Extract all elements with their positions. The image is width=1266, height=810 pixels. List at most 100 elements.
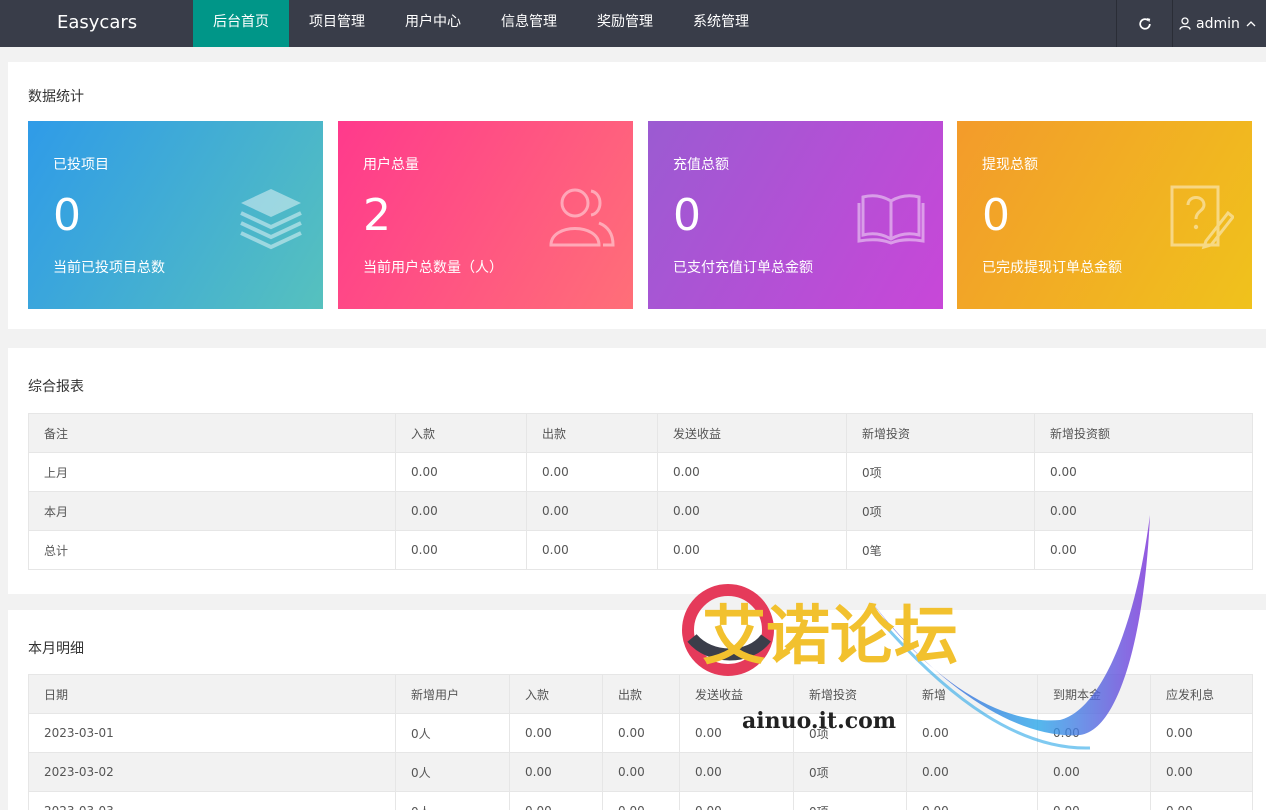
- table-cell: 2023-03-01: [28, 713, 396, 753]
- table-cell: 0.00: [1037, 752, 1151, 792]
- detail-table: 日期 新增用户 入款 出款 发送收益 新增投资 新增 到期本金 应发利息 2023-03-01 0…: [28, 674, 1253, 810]
- table-cell: 0项: [846, 491, 1035, 531]
- table-cell: 0.00: [509, 713, 603, 753]
- user-menu[interactable]: admin: [1172, 0, 1266, 47]
- table-cell: 0.00: [395, 452, 527, 492]
- stat-card-desc: 已支付充值订单总金额: [673, 260, 813, 276]
- table-cell: 0人: [395, 791, 510, 810]
- table-cell: 0.00: [602, 713, 680, 753]
- table-row: 2023-03-02 0人 0.00 0.00 0.00 0项 0.00 0.00 0.00: [28, 752, 1253, 792]
- stat-card-title: 充值总额: [673, 157, 729, 173]
- table-cell: 0.00: [526, 452, 658, 492]
- stat-card-title: 用户总量: [363, 157, 419, 173]
- stat-card-desc: 当前已投项目总数: [53, 260, 165, 276]
- table-cell: 0.00: [602, 752, 680, 792]
- column-header: 出款: [602, 674, 680, 714]
- user-icon: [1179, 17, 1191, 30]
- nav-item-home[interactable]: 后台首页: [193, 0, 289, 47]
- refresh-button[interactable]: [1116, 0, 1172, 47]
- table-cell: 0.00: [602, 791, 680, 810]
- stat-card-title: 提现总额: [982, 157, 1038, 173]
- column-header: 新增: [906, 674, 1038, 714]
- table-cell: 0.00: [906, 791, 1038, 810]
- stat-card-recharge: 充值总额 0 已支付充值订单总金额: [648, 121, 943, 309]
- nav-item-users[interactable]: 用户中心: [385, 0, 481, 47]
- table-cell: 0.00: [1034, 452, 1253, 492]
- table-row: 本月 0.00 0.00 0.00 0项 0.00: [28, 491, 1253, 531]
- column-header: 新增投资额: [1034, 413, 1253, 453]
- table-cell: 0.00: [1037, 791, 1151, 810]
- table-cell: 0.00: [657, 491, 847, 531]
- stat-card-title: 已投项目: [53, 157, 109, 173]
- table-row: 上月 0.00 0.00 0.00 0项 0.00: [28, 452, 1253, 492]
- table-cell: 0项: [846, 452, 1035, 492]
- app-logo[interactable]: Easycars: [57, 0, 137, 47]
- column-header: 日期: [28, 674, 396, 714]
- table-cell: 0项: [793, 713, 907, 753]
- table-header-row: 备注 入款 出款 发送收益 新增投资 新增投资额: [28, 413, 1253, 453]
- table-row: 2023-03-030人0.000.000.000项0.000.000.00: [28, 791, 1253, 810]
- detail-title: 本月明细: [28, 641, 84, 657]
- table-cell: 0.00: [679, 713, 794, 753]
- column-header: 发送收益: [679, 674, 794, 714]
- column-header: 新增用户: [395, 674, 510, 714]
- table-cell: 0笔: [846, 530, 1035, 570]
- stat-card-desc: 已完成提现订单总金额: [982, 260, 1122, 276]
- column-header: 入款: [395, 413, 527, 453]
- table-cell: 总计: [28, 530, 396, 570]
- nav-item-info[interactable]: 信息管理: [481, 0, 577, 47]
- user-name: admin: [1196, 15, 1240, 32]
- table-cell: 0.00: [395, 491, 527, 531]
- table-cell: 0项: [793, 752, 907, 792]
- column-header: 新增投资: [793, 674, 907, 714]
- stat-card-value: 0: [673, 190, 701, 241]
- table-row: 总计 0.00 0.00 0.00 0笔 0.00: [28, 530, 1253, 570]
- table-cell: 0.00: [657, 452, 847, 492]
- stat-card-withdraw: 提现总额 0 已完成提现订单总金额: [957, 121, 1252, 309]
- nav-item-projects[interactable]: 项目管理: [289, 0, 385, 47]
- table-cell: 0.00: [1150, 752, 1253, 792]
- column-header: 发送收益: [657, 413, 847, 453]
- table-cell: 0.00: [679, 752, 794, 792]
- table-cell: 上月: [28, 452, 396, 492]
- table-cell: 0.00: [906, 713, 1038, 753]
- table-cell: 0.00: [509, 752, 603, 792]
- column-header: 备注: [28, 413, 396, 453]
- table-cell: 0.00: [1150, 713, 1253, 753]
- column-header: 到期本金: [1037, 674, 1151, 714]
- table-header-row: 日期 新增用户 入款 出款 发送收益 新增投资 新增 到期本金 应发利息: [28, 674, 1253, 714]
- table-cell: 2023-03-02: [28, 752, 396, 792]
- layers-icon: [240, 189, 302, 250]
- header-actions: admin: [1116, 0, 1266, 47]
- column-header: 应发利息: [1150, 674, 1253, 714]
- table-cell: 0人: [395, 752, 510, 792]
- table-cell: 0.00: [657, 530, 847, 570]
- chevron-up-icon: [1246, 20, 1256, 26]
- stat-card-value: 2: [363, 190, 391, 241]
- column-header: 新增投资: [846, 413, 1035, 453]
- nav-item-system[interactable]: 系统管理: [673, 0, 769, 47]
- stat-card-users: 用户总量 2 当前用户总数量（人）: [338, 121, 633, 309]
- stat-card-desc: 当前用户总数量（人）: [363, 260, 503, 276]
- column-header: 入款: [509, 674, 603, 714]
- table-cell: 0.00: [679, 791, 794, 810]
- table-cell: 0.00: [1037, 713, 1151, 753]
- table-row: 2023-03-01 0人 0.00 0.00 0.00 0项 0.00 0.00 0.00: [28, 713, 1253, 753]
- table-cell: 0人: [395, 713, 510, 753]
- report-table: 备注 入款 出款 发送收益 新增投资 新增投资额 上月 0.00 0.00 0.00 0项 0.00…: [28, 413, 1253, 570]
- table-cell: 0项: [793, 791, 907, 810]
- report-title: 综合报表: [28, 379, 84, 395]
- table-cell: 0.00: [906, 752, 1038, 792]
- top-header: Easycars 后台首页 项目管理 用户中心 信息管理 奖励管理 系统管理 a…: [0, 0, 1266, 47]
- stat-card-projects: 已投项目 0 当前已投项目总数: [28, 121, 323, 309]
- column-header: 出款: [526, 413, 658, 453]
- main-nav: 后台首页 项目管理 用户中心 信息管理 奖励管理 系统管理: [193, 0, 769, 47]
- table-cell: 0.00: [1034, 530, 1253, 570]
- stat-card-value: 0: [53, 190, 81, 241]
- nav-item-rewards[interactable]: 奖励管理: [577, 0, 673, 47]
- book-icon: [857, 194, 925, 245]
- refresh-icon: [1138, 17, 1151, 30]
- help-note-icon: [1170, 185, 1234, 250]
- stat-card-value: 0: [982, 190, 1010, 241]
- table-cell: 0.00: [509, 791, 603, 810]
